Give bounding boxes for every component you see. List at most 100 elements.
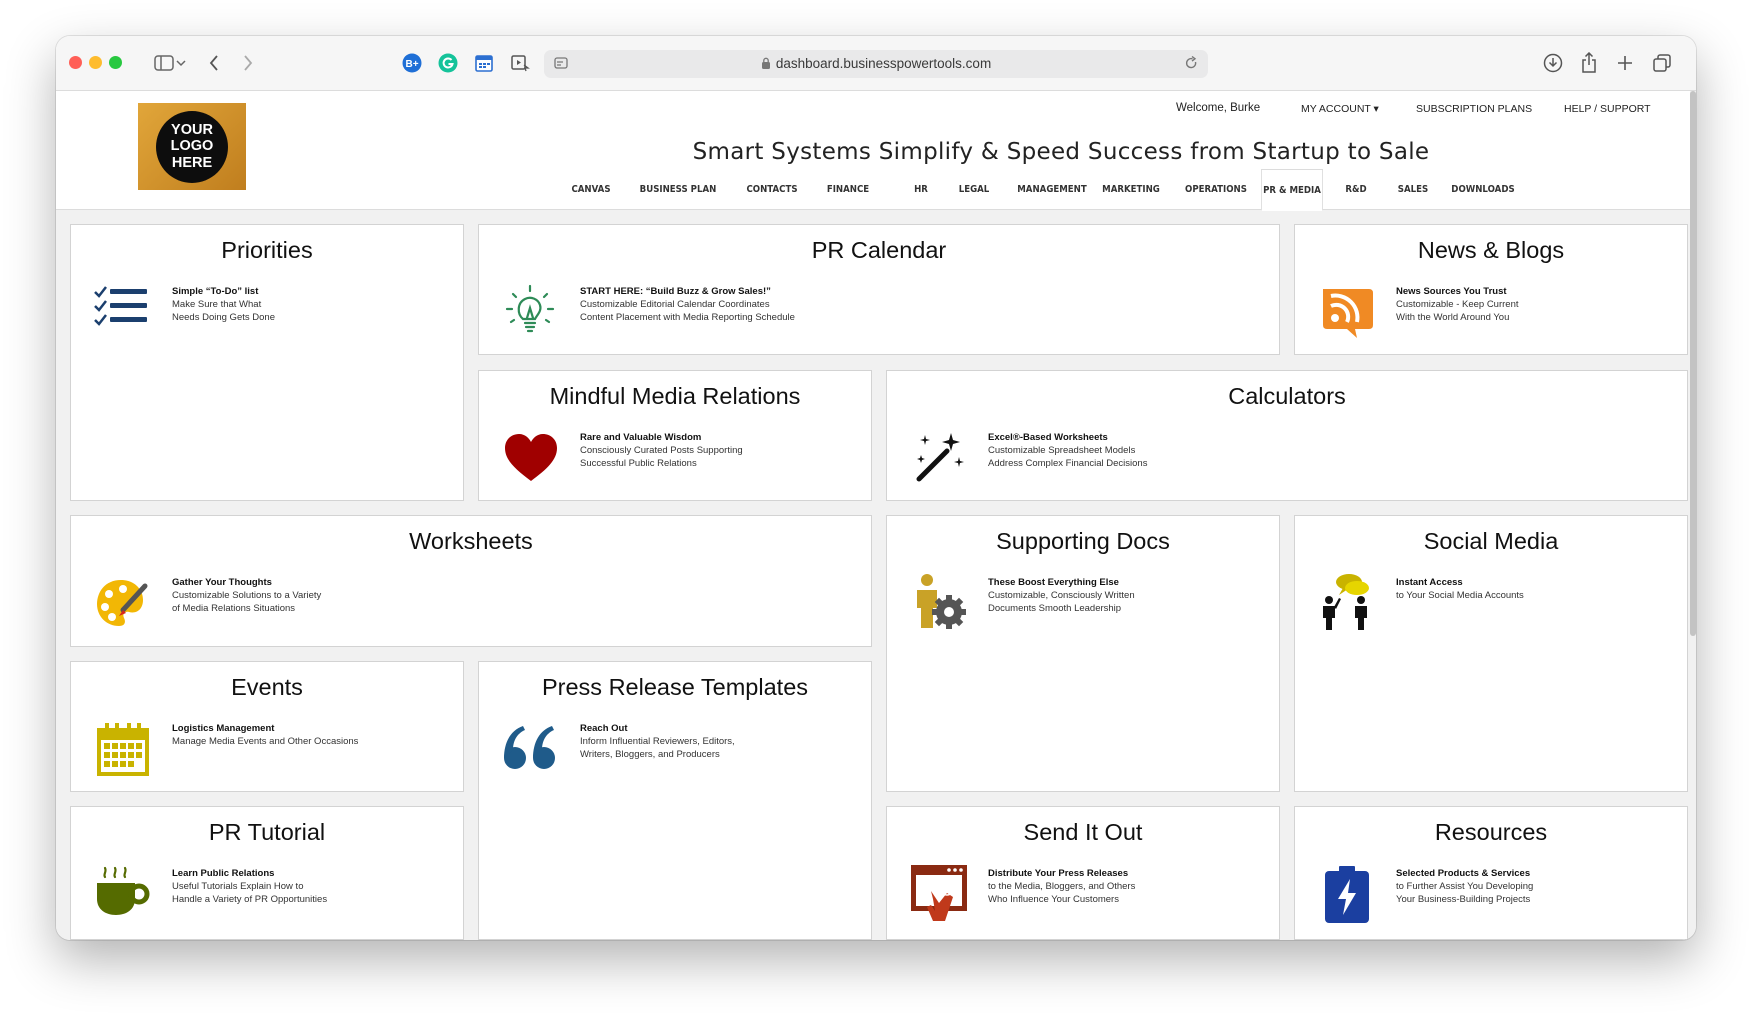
tab-overview-icon[interactable] — [1650, 51, 1674, 75]
my-account-menu[interactable]: MY ACCOUNT ▾ — [1301, 103, 1379, 115]
forward-button-icon[interactable] — [236, 51, 260, 75]
click-window-icon — [909, 863, 969, 923]
card-worksheets[interactable]: Worksheets Gather Your Thoughts Customiza… — [70, 515, 872, 647]
tab-sales[interactable]: SALES — [1389, 169, 1437, 209]
card-title: PR Tutorial — [208, 819, 326, 845]
card-subtitle: Excel®-Based Worksheets — [988, 432, 1108, 443]
zoom-window-button[interactable] — [109, 56, 122, 69]
card-text-line: Make Sure that What — [172, 299, 262, 310]
card-subtitle: These Boost Everything Else — [988, 577, 1119, 588]
back-button-icon[interactable] — [202, 51, 226, 75]
sidebar-toggle-icon[interactable] — [152, 51, 176, 75]
card-text-line: Useful Tutorials Explain How to — [172, 881, 304, 892]
card-text-line: Handle a Variety of PR Opportunities — [172, 894, 328, 905]
card-text-line: Writers, Bloggers, and Producers — [580, 749, 720, 760]
quote-icon — [501, 718, 561, 778]
tab-marketing[interactable]: MARKETING — [1092, 169, 1169, 209]
card-title: Resources — [1434, 819, 1548, 845]
rss-icon — [1317, 281, 1377, 341]
tab-canvas[interactable]: CANVAS — [565, 169, 617, 209]
tab-operations[interactable]: OPERATIONS — [1177, 169, 1254, 209]
card-news-blogs[interactable]: News & Blogs News Sources You Trust Custo… — [1294, 224, 1688, 355]
subscription-plans-link[interactable]: SUBSCRIPTION PLANS — [1416, 103, 1532, 115]
tab-downloads[interactable]: DOWNLOADS — [1444, 169, 1521, 209]
page-content: YOUR LOGO HERE Welcome, Burke MY ACCOUNT… — [56, 91, 1696, 940]
card-text-line: of Media Relations Situations — [172, 603, 296, 614]
logo-line-2: LOGO — [170, 138, 214, 155]
card-text-line: Address Complex Financial Decisions — [988, 458, 1148, 469]
coffee-cup-icon — [93, 863, 153, 923]
card-title: Events — [231, 674, 303, 700]
card-subtitle: Rare and Valuable Wisdom — [580, 432, 702, 443]
minimize-window-button[interactable] — [89, 56, 102, 69]
card-description: START HERE: “Build Buzz & Grow Sales!” Cu… — [580, 285, 795, 324]
card-text-line: to Your Social Media Accounts — [1396, 590, 1524, 601]
extension-bplus-icon[interactable]: B+ — [400, 51, 424, 75]
url-label: dashboard.businesspowertools.com — [775, 56, 992, 71]
card-text-line: to Further Assist You Developing — [1396, 881, 1534, 892]
extension-calendar-icon[interactable] — [472, 51, 496, 75]
battery-icon — [1317, 863, 1377, 923]
close-window-button[interactable] — [69, 56, 82, 69]
browser-window: B+ dashboard.businesspowertools.com YOUR… — [56, 36, 1696, 940]
new-tab-icon[interactable] — [1613, 51, 1637, 75]
extension-grammarly-icon[interactable] — [436, 51, 460, 75]
card-text-line: Documents Smooth Leadership — [988, 603, 1122, 614]
card-text-line: Successful Public Relations — [580, 458, 697, 469]
tab-pr-media[interactable]: PR & MEDIA — [1261, 169, 1323, 211]
chevron-down-icon[interactable] — [174, 51, 188, 75]
tab-contacts[interactable]: CONTACTS — [738, 169, 807, 209]
people-chat-icon — [1317, 572, 1377, 632]
card-text-line: Customizable Solutions to a Variety — [172, 590, 322, 601]
card-description: News Sources You Trust Customizable - Kee… — [1396, 285, 1519, 324]
card-mindful-media-relations[interactable]: Mindful Media Relations Rare and Valuabl… — [478, 370, 872, 501]
card-pr-tutorial[interactable]: PR Tutorial Learn Public Relations Useful… — [70, 806, 464, 940]
card-supporting-docs[interactable]: Supporting Docs These Boost Everything E… — [886, 515, 1280, 792]
page-scrollbar[interactable] — [1690, 91, 1696, 636]
extension-media-icon[interactable] — [508, 51, 532, 75]
card-title: Priorities — [221, 237, 313, 263]
card-events[interactable]: Events Logistics Management Manage Media … — [70, 661, 464, 792]
card-title: Social Media — [1423, 528, 1559, 554]
card-subtitle: News Sources You Trust — [1396, 286, 1507, 297]
card-send-it-out[interactable]: Send It Out Distribute Your Press Releas… — [886, 806, 1280, 940]
card-title: Calculators — [1228, 383, 1346, 409]
card-title: Press Release Templates — [541, 674, 809, 700]
card-pr-calendar[interactable]: PR Calendar START HERE: “Build Buzz & Gr… — [478, 224, 1280, 355]
help-support-link[interactable]: HELP / SUPPORT — [1564, 103, 1651, 115]
browser-toolbar: B+ dashboard.businesspowertools.com — [56, 36, 1696, 91]
card-text-line: With the World Around You — [1396, 312, 1510, 323]
card-priorities[interactable]: Priorities Simple “To-Do” list Make Sure … — [70, 224, 464, 501]
card-text-line: Who Influence Your Customers — [988, 894, 1119, 905]
card-description: Learn Public Relations Useful Tutorials E… — [172, 867, 327, 906]
card-description: Gather Your Thoughts Customizable Solutio… — [172, 576, 321, 615]
card-press-release-templates[interactable]: Press Release Templates Reach Out Inform … — [478, 661, 872, 940]
card-subtitle: Logistics Management — [172, 723, 275, 734]
logo-line-1: YOUR — [171, 121, 213, 138]
card-subtitle: Distribute Your Press Releases — [988, 868, 1129, 879]
card-resources[interactable]: Resources Selected Products & Services to… — [1294, 806, 1688, 940]
card-social-media[interactable]: Social Media Instant Access to Your Socia… — [1294, 515, 1688, 792]
site-header: YOUR LOGO HERE Welcome, Burke MY ACCOUNT… — [56, 91, 1690, 211]
card-text-line: Inform Influential Reviewers, Editors, — [580, 736, 735, 747]
tab-hr[interactable]: HR — [904, 169, 938, 209]
address-bar[interactable]: dashboard.businesspowertools.com — [544, 50, 1208, 78]
card-text-line: Consciously Curated Posts Supporting — [580, 445, 743, 456]
card-description: These Boost Everything Else Customizable,… — [988, 576, 1135, 615]
share-icon[interactable] — [1577, 51, 1601, 75]
tab-legal[interactable]: LEGAL — [948, 169, 1000, 209]
tab-business-plan[interactable]: BUSINESS PLAN — [635, 169, 721, 209]
tab-rd[interactable]: R&D — [1335, 169, 1378, 209]
card-subtitle: Learn Public Relations — [172, 868, 275, 879]
downloads-icon[interactable] — [1541, 51, 1565, 75]
card-text-line: Content Placement with Media Reporting S… — [580, 312, 795, 323]
card-text-line: Needs Doing Gets Done — [172, 312, 275, 323]
lightbulb-icon — [501, 281, 561, 341]
reload-icon[interactable] — [1184, 55, 1198, 75]
tab-finance[interactable]: FINANCE — [818, 169, 878, 209]
tab-management[interactable]: MANAGEMENT — [1013, 169, 1090, 209]
lock-icon — [761, 57, 770, 69]
card-text-line: Manage Media Events and Other Occasions — [172, 736, 359, 747]
card-calculators[interactable]: Calculators Excel®-Based Worksheets Custo… — [886, 370, 1688, 501]
welcome-text: Welcome, Burke — [1176, 102, 1261, 114]
